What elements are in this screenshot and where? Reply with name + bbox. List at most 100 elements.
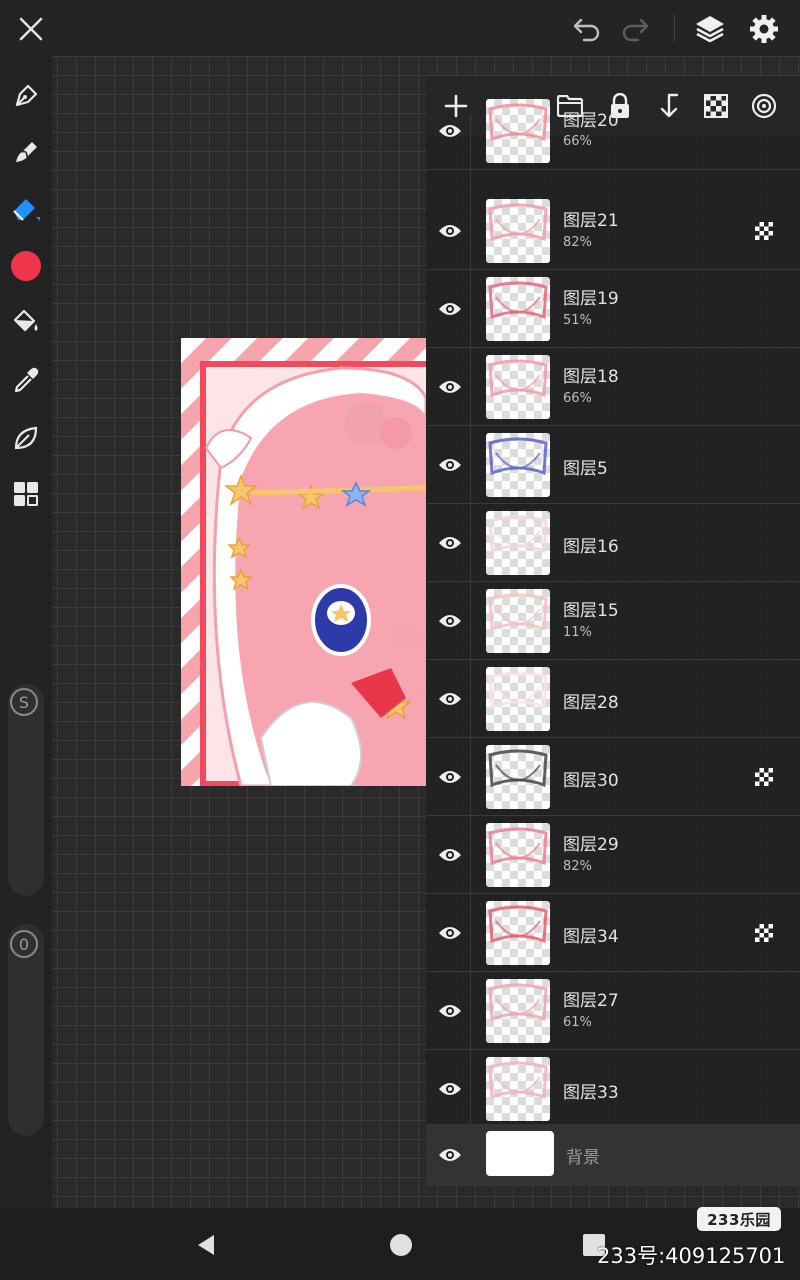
layer-row[interactable]: 图层27 61%: [426, 972, 800, 1050]
back-icon[interactable]: [188, 1228, 222, 1262]
layer-thumbnail: [486, 745, 550, 809]
eye-icon[interactable]: [434, 605, 466, 637]
layer-thumbnail: [486, 277, 550, 341]
row-divider: [470, 816, 471, 894]
layer-thumbnail: [486, 901, 550, 965]
eye-icon[interactable]: [434, 917, 466, 949]
layer-row[interactable]: 图层21 82%: [426, 192, 800, 270]
eraser-icon[interactable]: [6, 188, 46, 228]
row-divider: [470, 972, 471, 1050]
clipping-mask-icon[interactable]: [754, 767, 774, 787]
layer-row[interactable]: 图层18 66%: [426, 348, 800, 426]
row-divider: [470, 660, 471, 738]
layer-thumbnail: [486, 1057, 550, 1121]
layer-thumbnail: [486, 99, 550, 163]
brush-opacity-knob[interactable]: 0: [10, 930, 38, 958]
layer-name: 图层18: [563, 367, 619, 387]
eye-icon[interactable]: [434, 371, 466, 403]
layer-name: 图层30: [563, 771, 619, 791]
layer-opacity: 11%: [563, 625, 592, 640]
layer-row[interactable]: 图层33: [426, 1050, 800, 1128]
layer-opacity: 66%: [563, 134, 592, 149]
row-divider: [470, 738, 471, 816]
eye-icon[interactable]: [434, 839, 466, 871]
layer-opacity: 82%: [563, 235, 592, 250]
gear-icon[interactable]: [744, 9, 784, 49]
pen-icon[interactable]: [6, 76, 46, 116]
layer-thumbnail: [486, 667, 550, 731]
color-swatch[interactable]: [6, 246, 46, 286]
left-toolbar: S 0: [0, 56, 52, 1208]
eye-icon[interactable]: [434, 449, 466, 481]
eye-icon[interactable]: [434, 527, 466, 559]
layer-name: 图层15: [563, 601, 619, 621]
layer-opacity: 66%: [563, 391, 592, 406]
clipping-mask-icon[interactable]: [754, 221, 774, 241]
layer-name: 图层27: [563, 991, 619, 1011]
top-bar: [0, 0, 800, 56]
layer-row[interactable]: 图层20 66%: [426, 99, 800, 192]
row-divider: [470, 192, 471, 270]
row-divider: [470, 348, 471, 426]
home-icon[interactable]: [384, 1228, 418, 1262]
layer-row[interactable]: 图层5: [426, 426, 800, 504]
watermark-badge: 233乐园: [697, 1207, 781, 1231]
undo-icon[interactable]: [568, 10, 606, 48]
background-thumbnail: [486, 1131, 554, 1176]
eye-icon[interactable]: [434, 115, 466, 147]
leaf-icon[interactable]: [6, 418, 46, 458]
layer-thumbnail: [486, 589, 550, 653]
eye-icon[interactable]: [434, 215, 466, 247]
layer-row[interactable]: 图层34: [426, 894, 800, 972]
layer-name: 图层28: [563, 693, 619, 713]
smudge-icon[interactable]: [6, 132, 46, 172]
eye-icon[interactable]: [434, 293, 466, 325]
grid-menu-icon[interactable]: [6, 474, 46, 514]
layer-row[interactable]: 图层30: [426, 738, 800, 816]
layers-icon[interactable]: [690, 9, 730, 49]
layer-thumbnail: [486, 823, 550, 887]
layer-row[interactable]: 图层16: [426, 504, 800, 582]
fill-bucket-icon[interactable]: [6, 302, 46, 342]
redo-icon[interactable]: [616, 10, 654, 48]
layer-opacity: 51%: [563, 313, 592, 328]
layer-name: 图层5: [563, 459, 608, 479]
layer-opacity: 82%: [563, 859, 592, 874]
row-divider: [470, 426, 471, 504]
layer-thumbnail: [486, 979, 550, 1043]
row-divider: [470, 270, 471, 348]
background-layer-row[interactable]: 背景: [426, 1124, 800, 1186]
layer-thumbnail: [486, 355, 550, 419]
layers-panel: 图层20 66% 图层21 82% 图层19 51% 图层18 66% 图层5 图层16 图层15 1…: [426, 76, 800, 1186]
row-divider: [470, 114, 471, 192]
artwork-illustration: [200, 361, 426, 786]
brush-size-knob[interactable]: S: [10, 688, 38, 716]
layer-name: 图层21: [563, 211, 619, 231]
layer-row[interactable]: 图层29 82%: [426, 816, 800, 894]
clipping-mask-icon[interactable]: [754, 923, 774, 943]
layer-thumbnail: [486, 199, 550, 263]
eye-icon[interactable]: [434, 1073, 466, 1105]
artwork-preview[interactable]: [181, 338, 426, 786]
eyedropper-icon[interactable]: [6, 360, 46, 400]
row-divider: [470, 582, 471, 660]
layer-thumbnail: [486, 511, 550, 575]
layer-name: 图层19: [563, 289, 619, 309]
eye-icon[interactable]: [434, 995, 466, 1027]
row-divider: [470, 1050, 471, 1128]
toolbar-divider: [674, 14, 675, 42]
layer-row[interactable]: 图层28: [426, 660, 800, 738]
eye-icon[interactable]: [434, 761, 466, 793]
layer-row[interactable]: 图层15 11%: [426, 582, 800, 660]
eye-icon[interactable]: [434, 683, 466, 715]
layer-name: 图层20: [563, 111, 619, 131]
row-divider: [470, 894, 471, 972]
watermark-id: 233号:409125701: [597, 1244, 786, 1268]
layer-thumbnail: [486, 433, 550, 497]
layer-name: 图层33: [563, 1083, 619, 1103]
layer-row[interactable]: 图层19 51%: [426, 270, 800, 348]
close-icon[interactable]: [12, 10, 50, 48]
layer-name: 图层16: [563, 537, 619, 557]
layer-name: 图层29: [563, 835, 619, 855]
eye-icon[interactable]: [434, 1139, 466, 1171]
